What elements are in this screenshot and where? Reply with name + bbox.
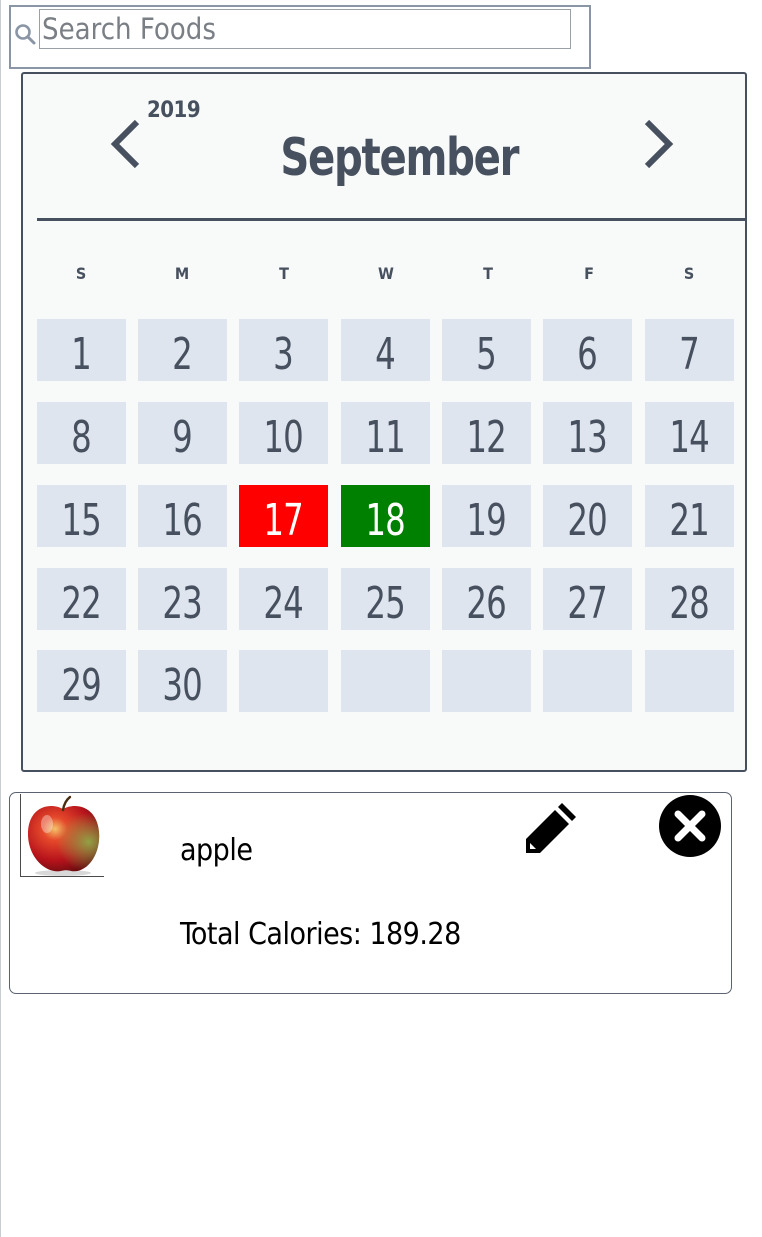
calendar-day[interactable]: 23	[138, 568, 227, 630]
weekday-label: S	[75, 264, 87, 283]
calendar-day[interactable]: 15	[37, 485, 126, 547]
calendar-day[interactable]: 24	[239, 568, 328, 630]
calendar-month: September	[280, 128, 519, 188]
calendar-day[interactable]: 20	[543, 485, 632, 547]
calendar-day[interactable]: 22	[37, 568, 126, 630]
pencil-icon[interactable]	[522, 797, 578, 857]
calendar-day[interactable]: 16	[138, 485, 227, 547]
calendar-day[interactable]: 19	[442, 485, 531, 547]
calendar-day-empty	[341, 650, 430, 712]
page-left-border	[0, 0, 1, 1237]
calendar-day[interactable]: 6	[543, 319, 632, 381]
calendar-day[interactable]: 29	[37, 650, 126, 712]
calendar-day[interactable]: 21	[645, 485, 734, 547]
calendar-day[interactable]: 9	[138, 402, 227, 464]
calendar-day[interactable]: 13	[543, 402, 632, 464]
weekday-label: W	[378, 264, 394, 283]
calendar-day[interactable]: 1	[37, 319, 126, 381]
calendar-day-empty	[645, 650, 734, 712]
food-entry-card: apple Total Calories: 189.28	[9, 792, 732, 994]
calendar-day[interactable]: 27	[543, 568, 632, 630]
food-total-calories: Total Calories: 189.28	[180, 917, 461, 952]
calendar-day[interactable]: 4	[341, 319, 430, 381]
calendar-day[interactable]: 7	[645, 319, 734, 381]
search-bar	[9, 5, 591, 69]
weekday-label: S	[683, 264, 695, 283]
calendar-day[interactable]: 14	[645, 402, 734, 464]
calendar-days-grid: 1 2 3 4 5 6 7 8 9 10 11 12 13 14 15 16 1…	[37, 319, 734, 714]
calories-label: Total Calories:	[180, 917, 362, 952]
weekday-label: T	[483, 264, 493, 283]
weekday-label: T	[279, 264, 289, 283]
calendar-day[interactable]: 10	[239, 402, 328, 464]
calendar-day-highlighted-green[interactable]: 18	[341, 485, 430, 547]
weekday-label: F	[584, 264, 594, 283]
calendar-day-empty	[442, 650, 531, 712]
food-name: apple	[180, 833, 253, 868]
calendar-day[interactable]: 11	[341, 402, 430, 464]
calendar: 2019 September S M T W T F S 1 2 3 4 5 6…	[21, 72, 747, 772]
calendar-day[interactable]: 12	[442, 402, 531, 464]
calendar-day[interactable]: 26	[442, 568, 531, 630]
calories-value: 189.28	[369, 917, 461, 952]
calendar-day[interactable]: 30	[138, 650, 227, 712]
apple-image	[20, 794, 104, 877]
weekday-header-row: S M T W T F S	[37, 264, 733, 288]
search-icon	[13, 22, 39, 48]
calendar-day[interactable]: 3	[239, 319, 328, 381]
calendar-day[interactable]: 2	[138, 319, 227, 381]
calendar-day-empty	[239, 650, 328, 712]
weekday-label: M	[174, 264, 190, 283]
calendar-day[interactable]: 5	[442, 319, 531, 381]
close-circle-icon[interactable]	[658, 794, 722, 858]
calendar-day[interactable]: 8	[37, 402, 126, 464]
calendar-year[interactable]: 2019	[147, 98, 201, 123]
calendar-day-empty	[543, 650, 632, 712]
calendar-day-highlighted-red[interactable]: 17	[239, 485, 328, 547]
calendar-day[interactable]: 28	[645, 568, 734, 630]
search-input[interactable]	[39, 9, 571, 49]
calendar-day[interactable]: 25	[341, 568, 430, 630]
